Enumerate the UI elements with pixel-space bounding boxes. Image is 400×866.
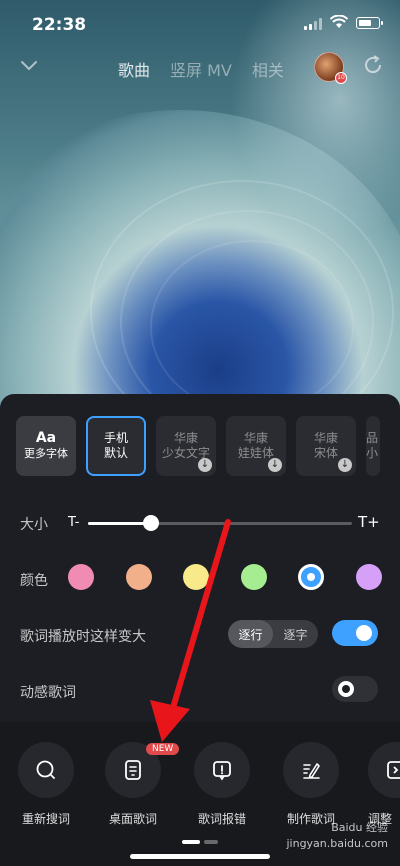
chevron-down-icon[interactable]: [18, 54, 40, 76]
font-option-partial[interactable]: 品 小: [366, 416, 380, 476]
more-fonts-button[interactable]: Aa 更多字体: [16, 416, 76, 476]
page-indicator: [182, 840, 218, 844]
font-label: 华康 宋体: [313, 431, 338, 460]
size-slider-thumb[interactable]: [143, 515, 160, 531]
status-time: 22:38: [32, 15, 87, 35]
grow-mode-line[interactable]: 逐行: [228, 620, 273, 648]
action-label: 歌词报错: [197, 812, 246, 826]
page-dot: [204, 840, 218, 844]
color-swatch[interactable]: [240, 564, 267, 590]
font-label: 手机 默认: [103, 431, 128, 460]
font-icon: Aa: [35, 430, 57, 446]
font-option-wawa[interactable]: 华康 娃娃体 ↓: [226, 416, 286, 476]
color-swatch[interactable]: [298, 564, 324, 590]
edit-icon: [283, 742, 339, 798]
new-badge: NEW: [146, 743, 180, 755]
color-swatch[interactable]: [68, 564, 94, 590]
dynamic-lyrics-label: 动感歌词: [20, 685, 76, 701]
size-max-label: T+: [358, 513, 380, 531]
font-list: Aa 更多字体 手机 默认 华康 少女文字 ↓ 华康 娃娃体 ↓ 华康 宋体 ↓…: [16, 416, 380, 476]
avatar-badge: 10: [335, 72, 347, 84]
tab-related[interactable]: 相关: [252, 57, 284, 81]
album-ring: [150, 240, 354, 414]
avatar[interactable]: 10: [314, 52, 347, 84]
header-tabs: 歌曲 竖屏 MV 相关: [118, 57, 284, 81]
toggle-knob: [338, 681, 354, 697]
battery-icon: [356, 17, 383, 29]
signal-icon: [304, 18, 322, 30]
download-icon: ↓: [268, 458, 282, 472]
font-option-song[interactable]: 华康 宋体 ↓: [296, 416, 356, 476]
font-option-default[interactable]: 手机 默认: [86, 416, 146, 476]
size-slider-fill: [88, 522, 152, 525]
home-indicator: [130, 854, 270, 859]
action-label: 重新搜词: [21, 812, 70, 826]
size-slider[interactable]: [88, 515, 352, 531]
grow-label: 歌词播放时这样变大: [20, 629, 146, 645]
color-swatch[interactable]: [355, 564, 382, 590]
adjust-button[interactable]: 调整: [368, 742, 400, 827]
top-bar: 歌曲 竖屏 MV 相关 10: [0, 48, 400, 88]
font-option-shaonv[interactable]: 华康 少女文字 ↓: [156, 416, 216, 476]
color-label: 颜色: [20, 573, 48, 589]
refresh-icon[interactable]: [362, 54, 384, 76]
size-label: 大小: [20, 517, 48, 533]
status-bar: 22:38: [0, 0, 400, 48]
grow-mode-char[interactable]: 逐字: [273, 620, 318, 648]
download-icon: ↓: [198, 458, 212, 472]
watermark-url: jingyan.baidu.com: [286, 837, 388, 850]
report-lyrics-button[interactable]: 歌词报错: [192, 742, 252, 827]
toggle-knob: [356, 625, 372, 641]
color-swatches: [68, 564, 382, 592]
font-label: 更多字体: [24, 447, 68, 460]
color-swatch[interactable]: [125, 564, 152, 590]
action-label: 桌面歌词: [108, 812, 157, 826]
page-dot-active: [182, 840, 200, 844]
font-label: 品 小: [366, 431, 379, 460]
grow-toggle[interactable]: [332, 620, 378, 646]
size-min-label: T-: [68, 515, 80, 530]
download-icon: ↓: [338, 458, 352, 472]
make-lyrics-button[interactable]: 制作歌词: [281, 742, 341, 827]
adjust-icon: [368, 742, 400, 798]
research-lyrics-button[interactable]: 重新搜词: [16, 742, 76, 827]
font-label: 华康 娃娃体: [237, 431, 274, 460]
tab-songs[interactable]: 歌曲: [118, 57, 150, 81]
search-icon: [18, 742, 74, 798]
watermark: Baidu 经验 jingyan.baidu.com: [286, 820, 388, 852]
watermark-brand: Baidu 经验: [331, 821, 388, 834]
color-swatch[interactable]: [183, 564, 209, 590]
font-label: 华康 少女文字: [161, 431, 210, 460]
wifi-icon: [330, 15, 348, 28]
tab-vertical-mv[interactable]: 竖屏 MV: [170, 57, 232, 81]
dynamic-lyrics-toggle[interactable]: [332, 676, 378, 702]
grow-mode-segment: 逐行 逐字: [228, 620, 318, 648]
report-icon: [194, 742, 250, 798]
